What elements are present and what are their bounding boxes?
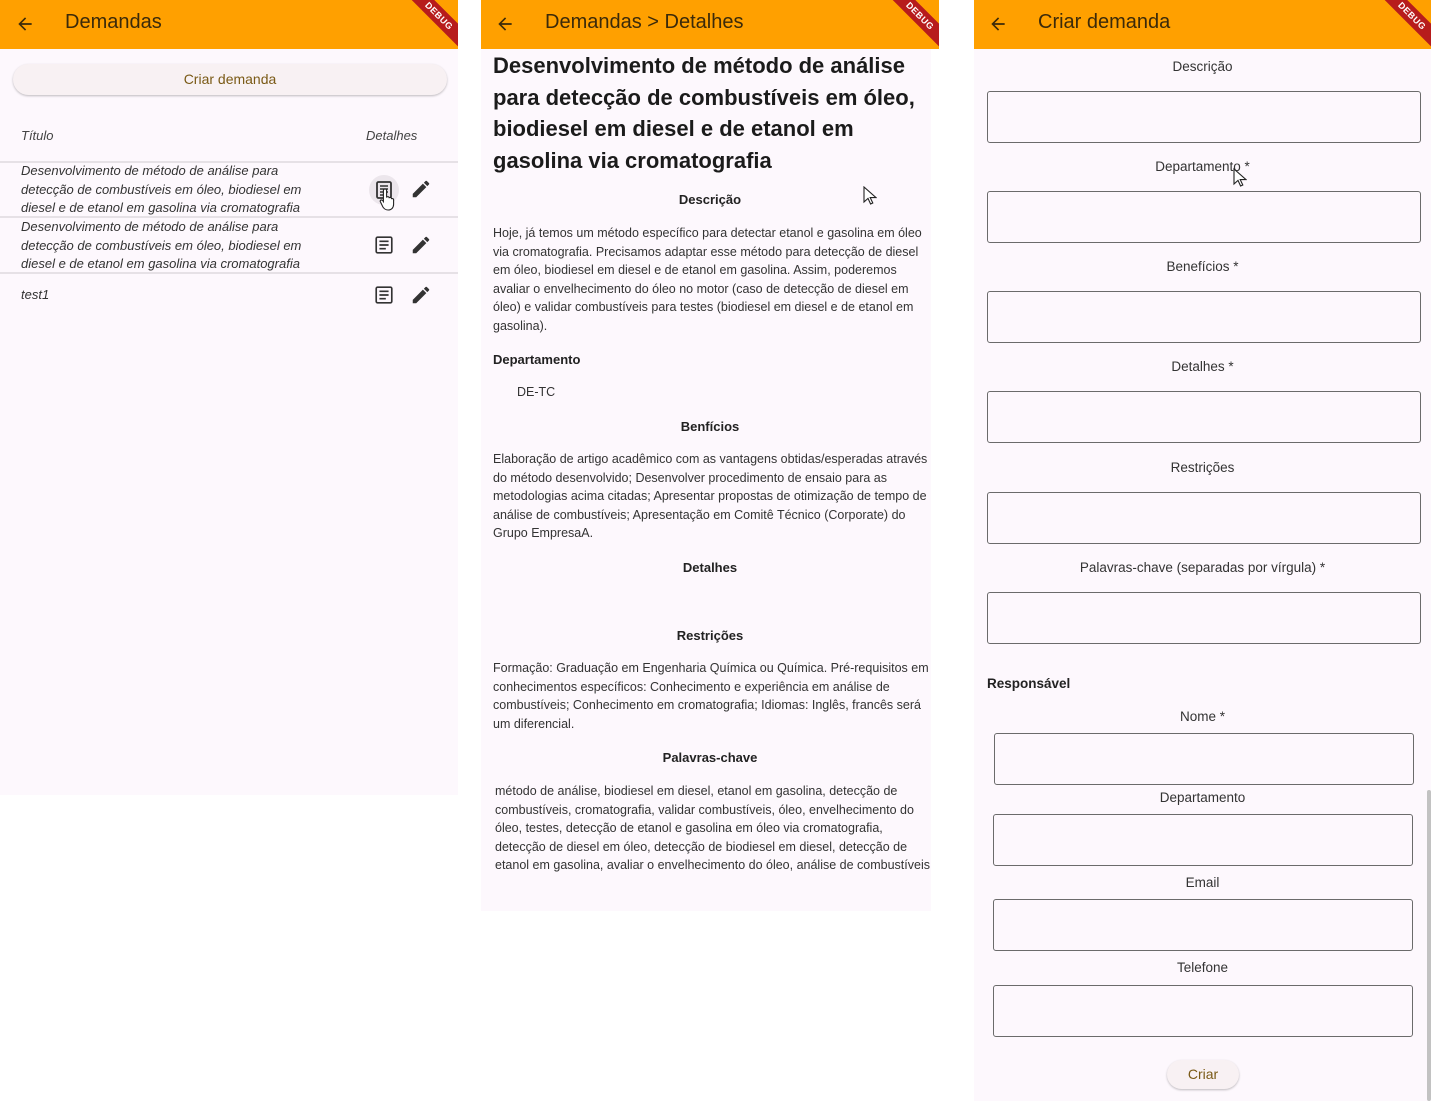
pointer-cursor-icon: [1233, 168, 1247, 187]
demandas-list-screen: Demandas DEBUG Criar demanda Título Deta…: [0, 0, 458, 1101]
app-bar: Demandas > Detalhes DEBUG: [481, 0, 939, 49]
pencil-icon[interactable]: [410, 284, 432, 306]
back-arrow-icon[interactable]: [13, 12, 37, 36]
nome-label: Nome *: [1179, 709, 1225, 724]
row-title: Desenvolvimento de método de análise par…: [21, 163, 302, 215]
back-arrow-icon[interactable]: [986, 12, 1010, 36]
restricoes-field[interactable]: [987, 492, 1421, 544]
restricoes-label: Restrições: [1170, 460, 1235, 475]
detalhes-label: Detalhes *: [1171, 359, 1234, 374]
criar-demanda-screen: Criar demanda DEBUG Descrição Departamen…: [974, 0, 1431, 1101]
departamento-field[interactable]: [987, 191, 1421, 243]
column-header-title: Título: [21, 128, 54, 143]
palavras-chave-label: Palavras-chave (separadas por vírgula) *: [1079, 560, 1326, 575]
email-label: Email: [1185, 875, 1220, 890]
row-title: test1: [21, 287, 50, 302]
back-arrow-icon[interactable]: [493, 12, 517, 36]
detalhes-heading: Detalhes: [682, 560, 738, 575]
descricao-field[interactable]: [987, 91, 1421, 143]
article-icon[interactable]: [373, 234, 395, 256]
beneficios-field[interactable]: [987, 291, 1421, 343]
departamento-heading: Departamento: [493, 352, 581, 367]
criar-button[interactable]: Criar: [1167, 1060, 1239, 1089]
beneficios-text: Elaboração de artigo acadêmico com as va…: [493, 452, 928, 540]
article-icon[interactable]: [373, 284, 395, 306]
pencil-icon[interactable]: [410, 234, 432, 256]
row-title: Desenvolvimento de método de análise par…: [21, 219, 302, 271]
detalhes-field[interactable]: [987, 391, 1421, 443]
debug-banner: DEBUG: [885, 0, 939, 49]
descricao-label: Descrição: [1172, 59, 1233, 74]
page-title: Demandas: [65, 11, 162, 33]
restricoes-text: Formação: Graduação em Engenharia Químic…: [493, 661, 929, 731]
app-bar: Demandas DEBUG: [0, 0, 458, 49]
responsavel-departamento-label: Departamento: [1159, 790, 1246, 805]
demand-heading: Desenvolvimento de método de análise par…: [493, 53, 915, 173]
beneficios-heading: Benfícios: [680, 419, 740, 434]
palavras-heading: Palavras-chave: [662, 750, 758, 765]
hand-cursor-icon: [379, 188, 395, 211]
column-header-details: Detalhes: [366, 128, 418, 143]
palavras-text: método de análise, biodiesel em diesel, …: [495, 784, 930, 872]
descricao-text: Hoje, já temos um método específico para…: [493, 226, 922, 333]
telefone-label: Telefone: [1176, 960, 1229, 975]
scrollbar[interactable]: [1427, 790, 1431, 1101]
nome-field[interactable]: [994, 733, 1414, 785]
telefone-field[interactable]: [993, 985, 1413, 1037]
app-bar: Criar demanda DEBUG: [974, 0, 1431, 49]
departamento-label: Departamento *: [1155, 159, 1250, 174]
create-demand-button[interactable]: Criar demanda: [13, 64, 447, 95]
debug-banner: DEBUG: [1377, 0, 1431, 49]
beneficios-label: Benefícios *: [1166, 259, 1239, 274]
email-field[interactable]: [993, 899, 1413, 951]
restricoes-heading: Restrições: [676, 628, 744, 643]
table-row: test1: [0, 273, 458, 318]
debug-banner: DEBUG: [404, 0, 458, 49]
page-title: Demandas > Detalhes: [545, 11, 744, 33]
page-title: Criar demanda: [1038, 11, 1171, 33]
departamento-value: DE-TC: [517, 385, 556, 399]
palavras-chave-field[interactable]: [987, 592, 1421, 644]
demanda-details-screen: Demandas > Detalhes DEBUG Desenvolviment…: [481, 0, 939, 1101]
responsavel-departamento-field[interactable]: [993, 814, 1413, 866]
pointer-cursor-icon: [863, 186, 877, 205]
pencil-icon[interactable]: [410, 178, 432, 200]
responsavel-heading: Responsável: [987, 676, 1071, 691]
table-row: Desenvolvimento de método de análise par…: [0, 217, 458, 272]
